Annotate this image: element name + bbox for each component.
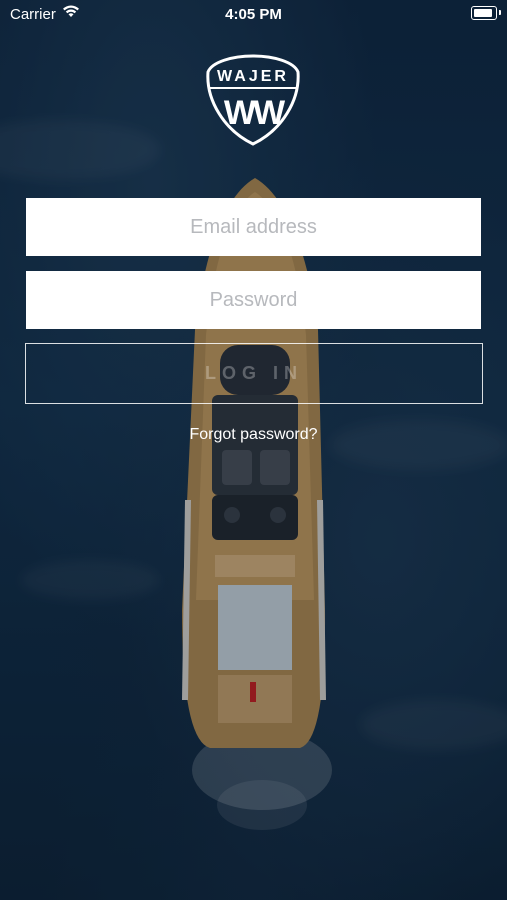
login-button[interactable]: LOG IN bbox=[25, 343, 483, 404]
status-time: 4:05 PM bbox=[225, 6, 282, 23]
battery-icon bbox=[471, 6, 497, 20]
forgot-password-link[interactable]: Forgot password? bbox=[0, 426, 507, 444]
email-field[interactable] bbox=[26, 198, 481, 256]
password-field[interactable] bbox=[26, 271, 481, 329]
logo-monogram: WW bbox=[224, 94, 286, 132]
status-bar: Carrier 4:05 PM bbox=[0, 0, 507, 30]
wajer-logo: WAJER WW bbox=[206, 54, 300, 146]
logo-brand-text: WAJER bbox=[217, 68, 289, 85]
